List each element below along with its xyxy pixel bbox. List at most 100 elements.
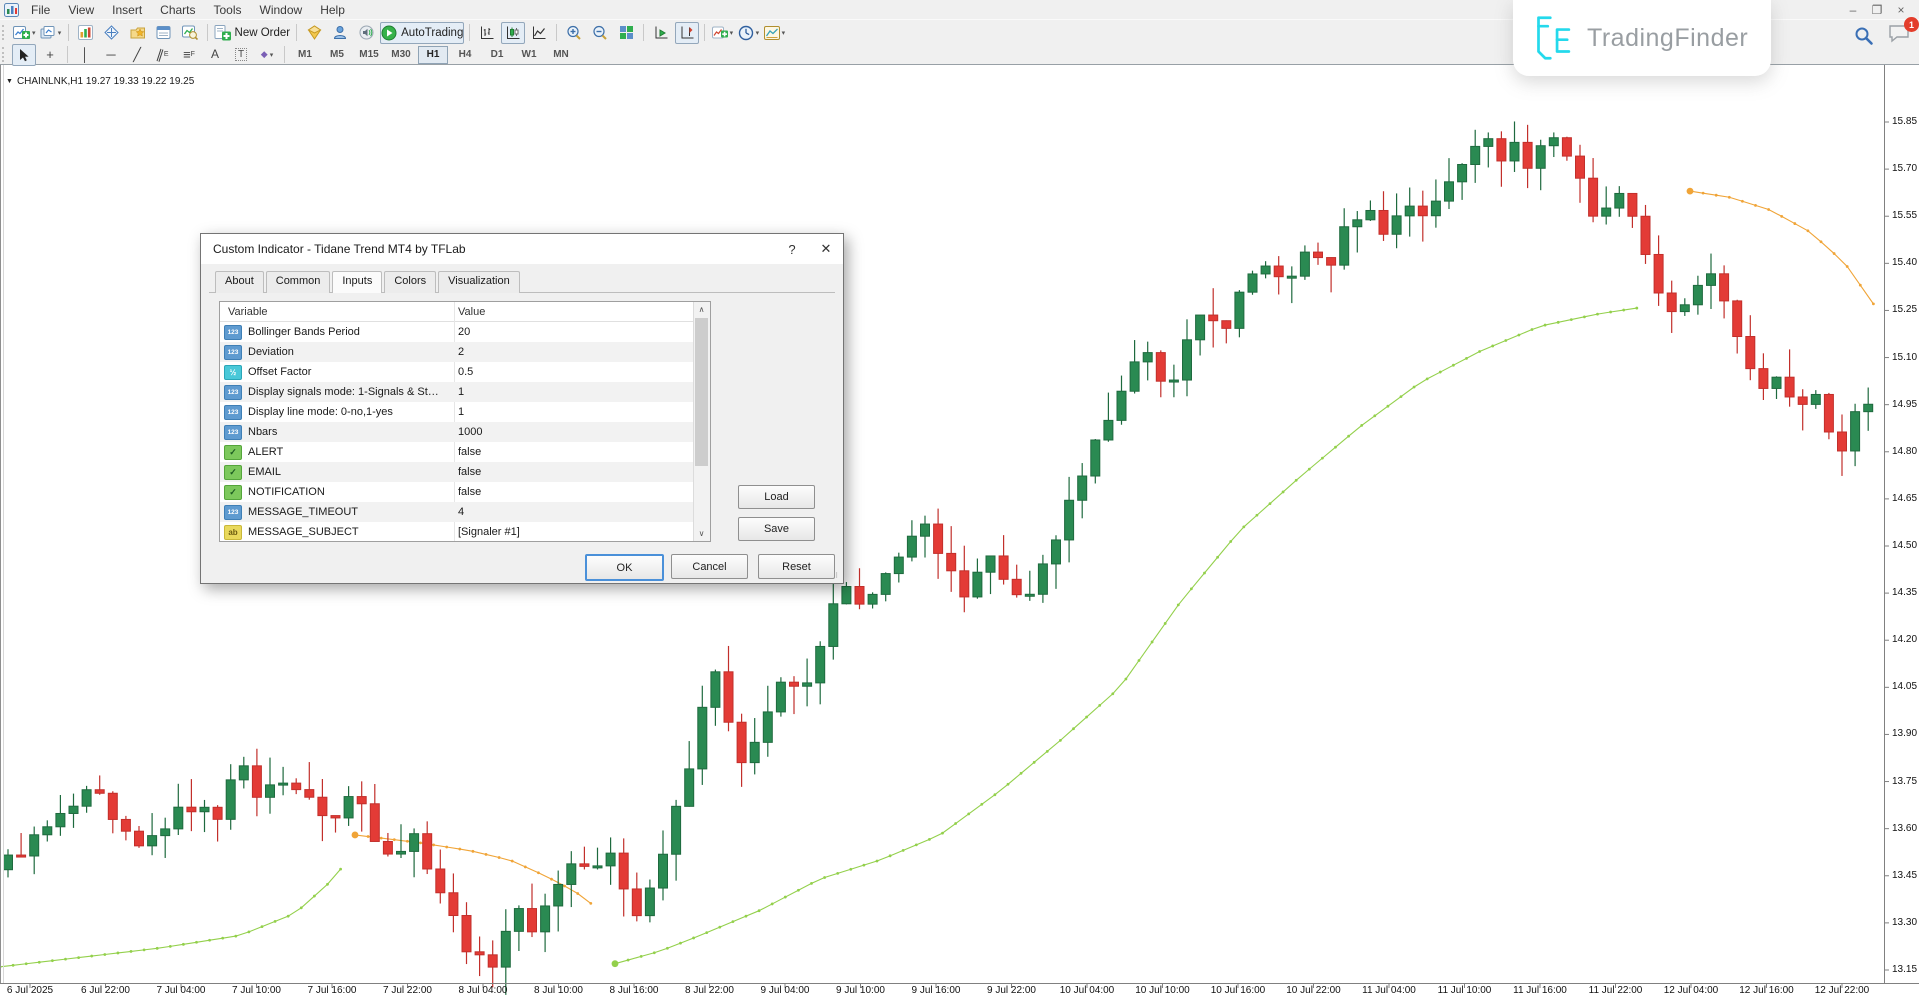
timeframe-m1[interactable]: M1 — [290, 46, 320, 64]
symbol-ohlc-label[interactable]: ▼ CHAINLNK,H1 19.27 19.33 19.22 19.25 — [6, 76, 194, 87]
indicators-button[interactable]: ▾ — [710, 22, 734, 44]
param-row[interactable]: 123Display line mode: 0-no,1-yes1 — [220, 402, 710, 422]
crosshair-button[interactable]: + — [38, 44, 62, 66]
param-row[interactable]: ½Offset Factor0.5 — [220, 362, 710, 382]
fibonacci-button[interactable]: ≡F — [177, 44, 201, 66]
data-window-button[interactable] — [100, 22, 124, 44]
table-scrollbar[interactable]: ∧ ∨ — [693, 302, 710, 541]
timeframe-h4[interactable]: H4 — [450, 46, 480, 64]
menu-item-view[interactable]: View — [59, 2, 103, 18]
market-watch-button[interactable] — [74, 22, 98, 44]
horizontal-line-button[interactable]: ─ — [99, 44, 123, 66]
zoom-in-button[interactable] — [562, 22, 586, 44]
menu-item-file[interactable]: File — [22, 2, 59, 18]
arrows-button[interactable]: ◆ ▾ — [255, 44, 279, 66]
sound-button[interactable] — [354, 22, 378, 44]
scrollbar-thumb[interactable] — [695, 318, 708, 466]
param-value[interactable]: 0.5 — [458, 366, 473, 378]
timeframe-w1[interactable]: W1 — [514, 46, 544, 64]
param-row[interactable]: 123Display signals mode: 1-Signals & Sto… — [220, 382, 710, 402]
chart-shift-button[interactable] — [675, 22, 699, 44]
text-button[interactable]: A — [203, 44, 227, 66]
param-value[interactable]: 1 — [458, 406, 464, 418]
scrollbar-down-button[interactable]: ∨ — [694, 526, 709, 541]
tab-inputs[interactable]: Inputs — [332, 271, 382, 293]
timeframe-mn[interactable]: MN — [546, 46, 576, 64]
menu-item-help[interactable]: Help — [311, 2, 354, 18]
param-row[interactable]: ✓ALERTfalse — [220, 442, 710, 462]
scrollbar-up-button[interactable]: ∧ — [694, 302, 709, 317]
collapse-triangle-icon[interactable]: ▼ — [6, 78, 13, 85]
param-row[interactable]: 123Bollinger Bands Period20 — [220, 322, 710, 342]
param-value[interactable]: 1000 — [458, 426, 482, 438]
community-button[interactable] — [328, 22, 352, 44]
cancel-button[interactable]: Cancel — [671, 554, 748, 579]
dialog-help-button[interactable]: ? — [775, 234, 809, 264]
tab-colors[interactable]: Colors — [384, 271, 436, 293]
ok-button[interactable]: OK — [585, 554, 664, 581]
bar-chart-button[interactable] — [475, 22, 499, 44]
parameters-table[interactable]: Variable Value 123Bollinger Bands Period… — [219, 301, 711, 542]
param-row[interactable]: abMESSAGE_SUBJECT[Signaler #1] — [220, 522, 710, 542]
param-value[interactable]: false — [458, 466, 481, 478]
templates-caret-icon[interactable]: ▾ — [782, 29, 786, 37]
tile-windows-button[interactable] — [614, 22, 638, 44]
close-button[interactable]: × — [1891, 3, 1911, 17]
tab-about[interactable]: About — [215, 271, 264, 293]
dialog-close-button[interactable]: ✕ — [809, 234, 843, 264]
new-chart-button[interactable]: ▾ — [12, 22, 37, 44]
profiles-button[interactable]: ▾ — [39, 22, 63, 44]
load-button[interactable]: Load — [738, 485, 815, 509]
profiles-caret-icon[interactable]: ▾ — [58, 29, 62, 37]
timeframe-h1[interactable]: H1 — [418, 46, 448, 64]
tab-visualization[interactable]: Visualization — [438, 271, 520, 293]
menu-item-charts[interactable]: Charts — [151, 2, 204, 18]
arrows-caret-icon[interactable]: ▾ — [270, 51, 274, 59]
tab-common[interactable]: Common — [266, 271, 331, 293]
param-value[interactable]: 4 — [458, 506, 464, 518]
timeframe-m30[interactable]: M30 — [386, 46, 416, 64]
dialog-title-bar[interactable]: Custom Indicator - Tidane Trend MT4 by T… — [201, 234, 843, 264]
param-value[interactable]: 1 — [458, 386, 464, 398]
search-icon[interactable] — [1854, 26, 1874, 46]
param-row[interactable]: ✓NOTIFICATIONfalse — [220, 482, 710, 502]
reset-button[interactable]: Reset — [758, 554, 835, 579]
new-order-button[interactable]: New Order — [213, 22, 292, 44]
autotrading-button[interactable]: AutoTrading — [380, 22, 464, 44]
toolbar-drag-handle[interactable] — [2, 25, 7, 40]
strategy-tester-button[interactable] — [178, 22, 202, 44]
param-value[interactable]: 2 — [458, 346, 464, 358]
timeframe-m5[interactable]: M5 — [322, 46, 352, 64]
menu-item-insert[interactable]: Insert — [103, 2, 151, 18]
restore-button[interactable]: ❐ — [1867, 3, 1887, 17]
auto-scroll-button[interactable] — [649, 22, 673, 44]
timeframe-m15[interactable]: M15 — [354, 46, 384, 64]
menu-item-tools[interactable]: Tools — [205, 2, 251, 18]
candlestick-button[interactable] — [501, 22, 525, 44]
cursor-button[interactable] — [12, 44, 36, 66]
metaeditor-button[interactable] — [302, 22, 326, 44]
save-button[interactable]: Save — [738, 517, 815, 541]
param-value[interactable]: [Signaler #1] — [458, 526, 520, 538]
zoom-out-button[interactable] — [588, 22, 612, 44]
vertical-line-button[interactable]: │ — [73, 44, 97, 66]
equidistant-channel-button[interactable]: ∥E — [151, 44, 175, 66]
templates-button[interactable]: ▾ — [762, 22, 786, 44]
new-chart-caret-icon[interactable]: ▾ — [32, 29, 36, 37]
line-chart-button[interactable] — [527, 22, 551, 44]
resize-grip-icon[interactable]: ⠿ — [833, 573, 841, 581]
param-value[interactable]: false — [458, 486, 481, 498]
param-row[interactable]: 123Deviation2 — [220, 342, 710, 362]
trendline-button[interactable]: ╱ — [125, 44, 149, 66]
terminal-button[interactable] — [152, 22, 176, 44]
param-value[interactable]: 20 — [458, 326, 470, 338]
indicators-caret-icon[interactable]: ▾ — [730, 29, 734, 37]
timeframe-d1[interactable]: D1 — [482, 46, 512, 64]
menu-item-window[interactable]: Window — [251, 2, 312, 18]
periods-button[interactable]: ▾ — [736, 22, 760, 44]
minimize-button[interactable]: – — [1843, 3, 1863, 17]
chat-button[interactable]: 1 — [1888, 24, 1910, 48]
param-row[interactable]: ✓EMAILfalse — [220, 462, 710, 482]
param-value[interactable]: false — [458, 446, 481, 458]
param-row[interactable]: 123MESSAGE_TIMEOUT4 — [220, 502, 710, 522]
